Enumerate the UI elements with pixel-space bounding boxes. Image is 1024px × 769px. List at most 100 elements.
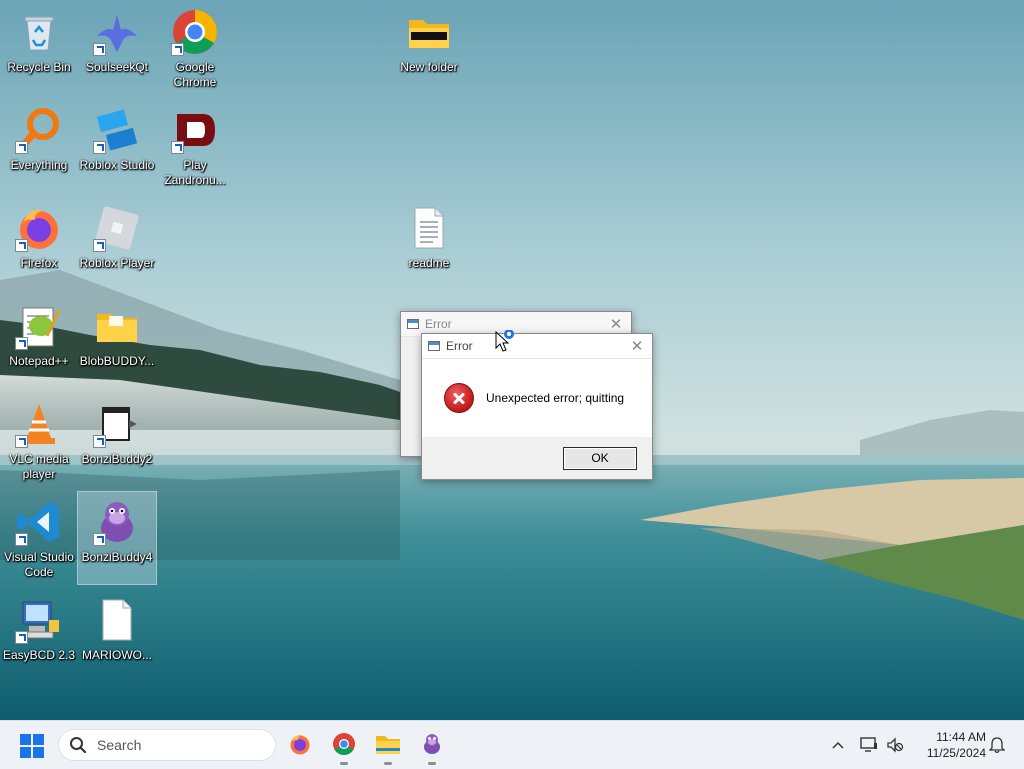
shortcut-arrow-icon bbox=[15, 631, 28, 644]
dialog-titlebar[interactable]: Error ✕ bbox=[422, 334, 652, 359]
zandronum-icon bbox=[171, 106, 219, 154]
running-indicator bbox=[340, 762, 348, 765]
roblox-player-icon bbox=[93, 204, 141, 252]
folder-icon bbox=[93, 302, 141, 350]
error-icon bbox=[444, 383, 474, 413]
volume-muted-icon[interactable] bbox=[884, 721, 906, 769]
clock-date: 11/25/2024 bbox=[926, 746, 986, 760]
desktop-icon-label: Visual Studio Code bbox=[4, 550, 74, 579]
desktop-icon-google-chrome[interactable]: Google Chrome bbox=[156, 2, 234, 94]
close-icon[interactable]: ✕ bbox=[622, 334, 652, 358]
firefox-icon bbox=[288, 732, 312, 761]
vlc-icon bbox=[15, 400, 63, 448]
desktop-icon-label: Everything bbox=[10, 158, 68, 172]
folder-icon bbox=[405, 8, 453, 56]
desktop-icon-firefox[interactable]: Firefox bbox=[0, 198, 78, 290]
taskbar-firefox[interactable] bbox=[283, 729, 317, 763]
shortcut-arrow-icon bbox=[93, 239, 106, 252]
running-indicator bbox=[428, 762, 436, 765]
desktop-icon-label: Roblox Player bbox=[79, 256, 155, 270]
desktop-icon-bonzibuddy2[interactable]: BonziBuddy2 bbox=[78, 394, 156, 486]
dialog-title: Error bbox=[425, 317, 452, 331]
desktop-icon-notepad-plus-plus[interactable]: Notepad++ bbox=[0, 296, 78, 388]
shortcut-arrow-icon bbox=[93, 141, 106, 154]
desktop-icon-label: SoulseekQt bbox=[85, 60, 149, 74]
desktop-icon-easybcd[interactable]: EasyBCD 2.3 bbox=[0, 590, 78, 682]
desktop-icon-everything[interactable]: Everything bbox=[0, 100, 78, 192]
taskbar-bonzibuddy[interactable] bbox=[415, 729, 449, 765]
shortcut-arrow-icon bbox=[171, 141, 184, 154]
shortcut-arrow-icon bbox=[15, 533, 28, 546]
desktop-icon-label: MARIOWO... bbox=[82, 648, 152, 662]
desktop-icon-readme[interactable]: readme bbox=[390, 198, 468, 290]
desktop-icon-label: BonziBuddy4 bbox=[81, 550, 153, 564]
desktop-icon-label: Firefox bbox=[20, 256, 58, 270]
monitor-icon[interactable] bbox=[858, 721, 880, 769]
desktop-icon-bonzibuddy4[interactable]: BonziBuddy4 bbox=[77, 491, 157, 585]
desktop-icon-label: New folder bbox=[400, 60, 458, 74]
notepad-plus-plus-icon bbox=[15, 302, 63, 350]
chrome-icon bbox=[332, 732, 356, 761]
running-indicator bbox=[384, 762, 392, 765]
desktop-icon-play-zandronum[interactable]: Play Zandronu... bbox=[156, 100, 234, 192]
app-window-icon bbox=[428, 341, 440, 351]
clock-time: 11:44 AM bbox=[936, 730, 986, 744]
roblox-studio-icon bbox=[93, 106, 141, 154]
desktop-icon-label: Recycle Bin bbox=[7, 60, 71, 74]
error-dialog[interactable]: Error ✕ Unexpected error; quitting OK bbox=[421, 333, 653, 480]
desktop-icon-recycle-bin[interactable]: Recycle Bin bbox=[0, 2, 78, 94]
shortcut-arrow-icon bbox=[15, 239, 28, 252]
desktop-icon-label: Play Zandronu... bbox=[164, 158, 226, 187]
desktop-icon-new-folder[interactable]: New folder bbox=[390, 2, 468, 94]
desktop-icon-blobbuddy[interactable]: BlobBUDDY... bbox=[78, 296, 156, 388]
shortcut-arrow-icon bbox=[171, 43, 184, 56]
shortcut-arrow-icon bbox=[93, 533, 106, 546]
file-explorer-icon bbox=[375, 732, 401, 761]
bonzibuddy-icon bbox=[420, 732, 444, 761]
dialog-title: Error bbox=[446, 339, 473, 353]
desktop-icon-label: EasyBCD 2.3 bbox=[2, 648, 76, 662]
shortcut-arrow-icon bbox=[15, 141, 28, 154]
shortcut-arrow-icon bbox=[93, 43, 106, 56]
ok-button[interactable]: OK bbox=[563, 446, 637, 470]
taskbar-clock[interactable]: 11:44 AM 11/25/2024 bbox=[916, 729, 986, 761]
notification-bell-icon[interactable] bbox=[986, 721, 1008, 769]
soulseek-icon bbox=[93, 8, 141, 56]
desktop-icon-label: BonziBuddy2 bbox=[81, 452, 153, 466]
desktop-icon-roblox-studio[interactable]: Roblox Studio bbox=[78, 100, 156, 192]
windows-start-icon[interactable] bbox=[20, 734, 44, 758]
app-window-icon bbox=[407, 319, 419, 329]
firefox-icon bbox=[15, 204, 63, 252]
taskbar-chrome[interactable] bbox=[327, 729, 361, 765]
search-input[interactable] bbox=[95, 736, 259, 754]
desktop-icon-vscode[interactable]: Visual Studio Code bbox=[0, 492, 78, 584]
show-hidden-icons-chevron-up-icon[interactable] bbox=[828, 721, 848, 769]
desktop-icon-label: BlobBUDDY... bbox=[79, 354, 155, 368]
taskbar: 11:44 AM 11/25/2024 bbox=[0, 720, 1024, 769]
taskbar-file-explorer[interactable] bbox=[371, 729, 405, 765]
desktop-icon-label: readme bbox=[408, 256, 450, 270]
bonzibuddy2-icon bbox=[93, 400, 141, 448]
dialog-footer: OK bbox=[422, 437, 652, 479]
mouse-cursor-icon bbox=[494, 329, 516, 359]
vscode-icon bbox=[15, 498, 63, 546]
error-message: Unexpected error; quitting bbox=[486, 391, 625, 405]
shortcut-arrow-icon bbox=[15, 337, 28, 350]
blank-file-icon bbox=[93, 596, 141, 644]
taskbar-search-box[interactable] bbox=[58, 729, 276, 761]
recycle-bin-icon bbox=[15, 8, 63, 56]
desktop-icon-label: Notepad++ bbox=[9, 354, 69, 368]
search-icon bbox=[69, 736, 87, 754]
everything-search-icon bbox=[15, 106, 63, 154]
desktop-icon-vlc[interactable]: VLC media player bbox=[0, 394, 78, 486]
desktop-icon-soulseekqt[interactable]: SoulseekQt bbox=[78, 2, 156, 94]
dialog-body: Unexpected error; quitting bbox=[422, 359, 652, 437]
easybcd-icon bbox=[15, 596, 63, 644]
chrome-icon bbox=[171, 8, 219, 56]
desktop-icon-label: Google Chrome bbox=[173, 60, 217, 89]
desktop-icon-mariowo[interactable]: MARIOWO... bbox=[78, 590, 156, 682]
shortcut-arrow-icon bbox=[15, 435, 28, 448]
shortcut-arrow-icon bbox=[93, 435, 106, 448]
desktop-icon-label: Roblox Studio bbox=[79, 158, 155, 172]
desktop-icon-roblox-player[interactable]: Roblox Player bbox=[78, 198, 156, 290]
